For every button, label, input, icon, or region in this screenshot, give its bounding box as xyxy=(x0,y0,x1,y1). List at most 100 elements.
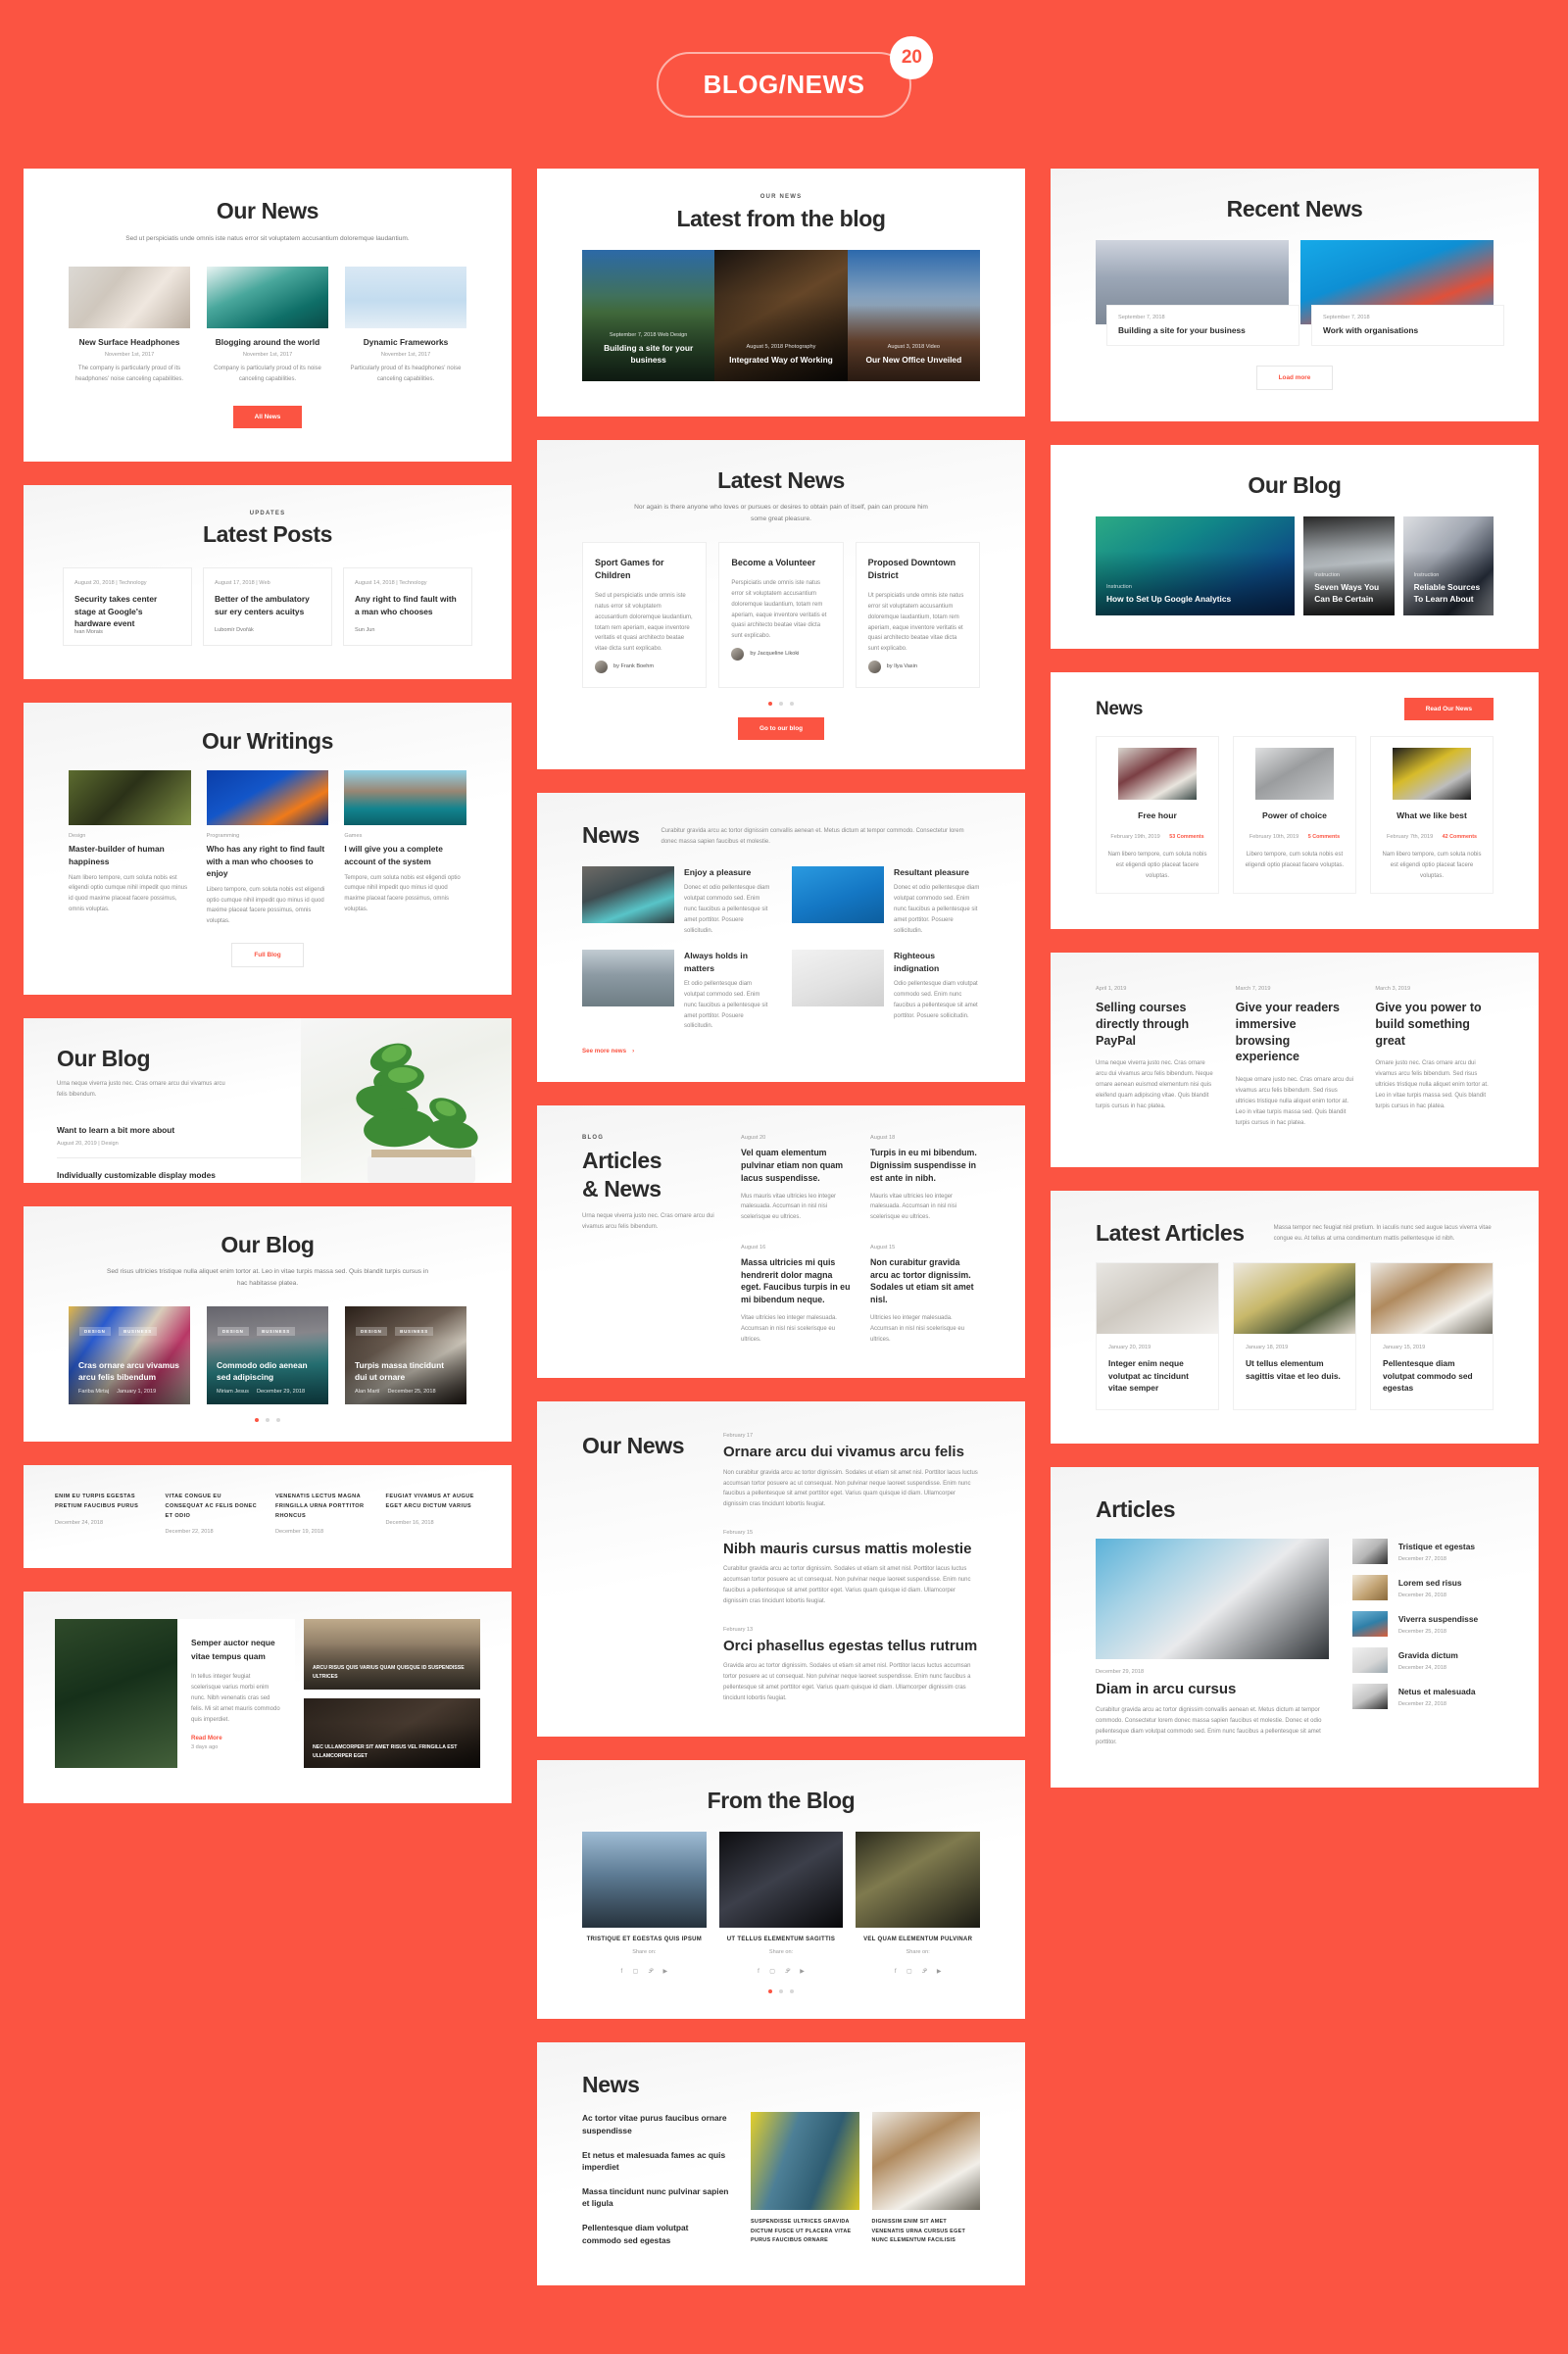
writing-item[interactable]: Design Master-builder of human happiness… xyxy=(69,770,191,927)
headline-item[interactable]: FEUGIAT VIVAMUS AT AUGUE EGET ARCU DICTU… xyxy=(386,1493,481,1535)
carousel-dot[interactable] xyxy=(266,1418,270,1423)
headline-item[interactable]: VITAE CONGUE EU CONSEQUAT AC FELIS DONEC… xyxy=(166,1493,261,1535)
youtube-icon[interactable]: ▶ xyxy=(800,1969,805,1975)
latest-article-card[interactable]: January 18, 2019 Ut tellus elementum sag… xyxy=(1233,1262,1356,1410)
blog-card[interactable]: DESIGN BUSINESS Cras ornare arcu vivamus… xyxy=(69,1306,190,1405)
news-bottom-card[interactable]: DIGNISSIM ENIM SIT AMET VENENATIS URNA C… xyxy=(871,2112,980,2246)
news-grid-item[interactable]: Enjoy a pleasure Donec et odio pellentes… xyxy=(582,865,770,936)
read-more-link[interactable]: Read More xyxy=(191,1735,281,1741)
news-link[interactable]: Et netus et malesuada fames ac quis impe… xyxy=(582,2149,729,2173)
article-item[interactable]: August 16 Massa ultricies mi quis hendre… xyxy=(741,1245,851,1345)
news-link[interactable]: Ac tortor vitae purus faucibus ornare su… xyxy=(582,2112,729,2135)
read-our-news-button[interactable]: Read Our News xyxy=(1403,698,1494,720)
all-news-button[interactable]: All News xyxy=(232,406,303,429)
news-entry[interactable]: February 13 Orci phasellus egestas tellu… xyxy=(723,1627,980,1704)
news-tile[interactable]: What we like best February 7th, 2019 42 … xyxy=(1370,736,1494,894)
headline-item[interactable]: ENIM EU TURPIS EGESTAS PRETIUM FAUCIBUS … xyxy=(55,1493,150,1535)
pier-sunset-image[interactable]: ARCU RISUS QUIS VARIUS QUAM QUISQUE ID S… xyxy=(304,1619,480,1690)
article-item[interactable]: August 15 Non curabitur gravida arcu ac … xyxy=(870,1245,980,1345)
latest-article-card[interactable]: January 15, 2019 Pellentesque diam volut… xyxy=(1370,1262,1494,1410)
writing-item[interactable]: Programming Who has any right to find fa… xyxy=(206,770,329,927)
instagram-icon[interactable]: ▢ xyxy=(906,1969,912,1975)
news-grid-item[interactable]: Always holds in matters Et odio pellente… xyxy=(582,950,770,1032)
article-side-item[interactable]: Viverra suspendisse December 25, 2018 xyxy=(1351,1610,1494,1637)
go-to-blog-button[interactable]: Go to our blog xyxy=(737,716,824,740)
news-bottom-card[interactable]: SUSPENDISSE ULTRICES GRAVIDA DICTUM FUSC… xyxy=(751,2112,859,2246)
twitter-icon[interactable]: 𝒫 xyxy=(649,1969,653,1975)
article-item[interactable]: August 20 Vel quam elementum pulvinar et… xyxy=(741,1135,851,1223)
carousel-dots[interactable] xyxy=(69,1418,466,1423)
carousel-dot[interactable] xyxy=(790,701,794,706)
facebook-icon[interactable]: f xyxy=(621,1969,623,1975)
course-item[interactable]: March 3, 2019 Give you power to build so… xyxy=(1375,986,1494,1128)
youtube-icon[interactable]: ▶ xyxy=(937,1969,942,1975)
news-entry[interactable]: February 15 Nibh mauris cursus mattis mo… xyxy=(723,1530,980,1607)
full-blog-button[interactable]: Full Blog xyxy=(231,943,304,968)
blog-card[interactable]: DESIGN BUSINESS Turpis massa tincidunt d… xyxy=(345,1306,466,1405)
carousel-dot[interactable] xyxy=(790,1989,794,1994)
featured-post[interactable]: September 7, 2018 Web Design Building a … xyxy=(582,250,715,381)
carousel-dot[interactable] xyxy=(779,701,783,706)
news-tile-comments[interactable]: 53 Comments xyxy=(1169,834,1203,840)
news-card[interactable]: Become a Volunteer Perspiciatis unde omn… xyxy=(718,542,844,688)
news-link[interactable]: Massa tincidunt nunc pulvinar sapien et … xyxy=(582,2185,729,2209)
article-side-item[interactable]: Gravida dictum December 24, 2018 xyxy=(1351,1646,1494,1673)
carousel-dots[interactable] xyxy=(582,1989,980,1994)
twitter-icon[interactable]: 𝒫 xyxy=(785,1969,789,1975)
writing-item[interactable]: Games I will give you a complete account… xyxy=(344,770,467,927)
news-tile[interactable]: Power of choice February 10th, 2019 5 Co… xyxy=(1233,736,1356,894)
news-entry[interactable]: February 17 Ornare arcu dui vivamus arcu… xyxy=(723,1433,980,1510)
from-blog-item[interactable]: VEL QUAM ELEMENTUM PULVINAR Share on: f … xyxy=(856,1832,981,1978)
post-card[interactable]: August 14, 2018 | Technology Any right t… xyxy=(343,567,472,647)
news-tile[interactable]: Free hour February 19th, 2019 53 Comment… xyxy=(1096,736,1219,894)
facebook-icon[interactable]: f xyxy=(895,1969,897,1975)
blog-list-item[interactable]: Want to learn a bit more about August 20… xyxy=(57,1124,301,1158)
blog-tile[interactable]: Instruction Seven Ways You Can Be Certai… xyxy=(1303,516,1395,615)
carousel-dot[interactable] xyxy=(768,1989,772,1994)
news-grid-item[interactable]: Righteous indignation Odio pellentesque … xyxy=(792,950,980,1032)
load-more-button[interactable]: Load more xyxy=(1255,366,1334,390)
course-item[interactable]: March 7, 2019 Give your readers immersiv… xyxy=(1236,986,1354,1128)
featured-post[interactable]: August 5, 2018 Photography Integrated Wa… xyxy=(714,250,848,381)
article-side-item[interactable]: Tristique et egestas December 27, 2018 xyxy=(1351,1538,1494,1564)
news-item[interactable]: New Surface Headphones November 1st, 201… xyxy=(69,266,190,385)
headline-item[interactable]: VENENATIS LECTUS MAGNA FRINGILLA URNA PO… xyxy=(275,1493,370,1535)
news-card[interactable]: Proposed Downtown District Ut perspiciat… xyxy=(855,542,980,688)
carousel-dot[interactable] xyxy=(779,1989,783,1994)
blog-card[interactable]: DESIGN BUSINESS Commodo odio aenean sed … xyxy=(207,1306,328,1405)
article-side-item[interactable]: Netus et malesuada December 22, 2018 xyxy=(1351,1683,1494,1709)
facebook-icon[interactable]: f xyxy=(758,1969,760,1975)
news-tile-comments[interactable]: 42 Comments xyxy=(1443,834,1477,840)
youtube-icon[interactable]: ▶ xyxy=(663,1969,668,1975)
carousel-dot[interactable] xyxy=(768,701,772,706)
instagram-icon[interactable]: ▢ xyxy=(633,1969,639,1975)
instagram-icon[interactable]: ▢ xyxy=(769,1969,775,1975)
latest-article-card[interactable]: January 20, 2019 Integer enim neque volu… xyxy=(1096,1262,1219,1410)
dark-interior-image[interactable]: NEC ULLAMCORPER SIT AMET RISUS VEL FRING… xyxy=(304,1697,480,1769)
twitter-icon[interactable]: 𝒫 xyxy=(922,1969,926,1975)
post-card[interactable]: August 17, 2018 | Web Better of the ambu… xyxy=(203,567,332,647)
post-card[interactable]: August 20, 2018 | Technology Security ta… xyxy=(63,567,192,647)
carousel-dots[interactable] xyxy=(582,701,980,706)
article-side-item[interactable]: Lorem sed risus December 26, 2018 xyxy=(1351,1574,1494,1600)
news-link[interactable]: Pellentesque diam volutpat commodo sed e… xyxy=(582,2222,729,2245)
article-item[interactable]: August 18 Turpis in eu mi bibendum. Dign… xyxy=(870,1135,980,1223)
blog-tile[interactable]: Instruction Reliable Sources To Learn Ab… xyxy=(1402,516,1494,615)
news-item[interactable]: Dynamic Frameworks November 1st, 2017 Pa… xyxy=(345,266,466,385)
blog-list-item[interactable]: Individually customizable display modes … xyxy=(57,1169,301,1183)
carousel-dot[interactable] xyxy=(255,1418,259,1423)
news-item[interactable]: Blogging around the world November 1st, … xyxy=(207,266,328,385)
news-card[interactable]: Sport Games for Children Sed ut perspici… xyxy=(582,542,708,688)
blog-tile[interactable]: Instruction How to Set Up Google Analyti… xyxy=(1096,516,1296,615)
carousel-dot[interactable] xyxy=(276,1418,280,1423)
from-blog-item[interactable]: TRISTIQUE ET EGESTAS QUIS IPSUM Share on… xyxy=(582,1832,707,1978)
recent-news-item[interactable]: September 7, 2018 Work with organisation… xyxy=(1300,240,1504,346)
recent-news-item[interactable]: September 7, 2018 Building a site for yo… xyxy=(1096,240,1299,346)
course-item[interactable]: April 1, 2019 Selling courses directly t… xyxy=(1096,986,1214,1128)
news-grid-item[interactable]: Resultant pleasure Donec et odio pellent… xyxy=(792,865,980,936)
feature-article[interactable]: December 29, 2018 Diam in arcu cursus Cu… xyxy=(1096,1538,1329,1748)
see-more-news-link[interactable]: See more news xyxy=(582,1048,626,1054)
featured-post[interactable]: August 3, 2018 Video Our New Office Unve… xyxy=(847,250,981,381)
from-blog-item[interactable]: UT TELLUS ELEMENTUM SAGITTIS Share on: f… xyxy=(718,1832,844,1978)
news-tile-comments[interactable]: 5 Comments xyxy=(1308,834,1340,840)
